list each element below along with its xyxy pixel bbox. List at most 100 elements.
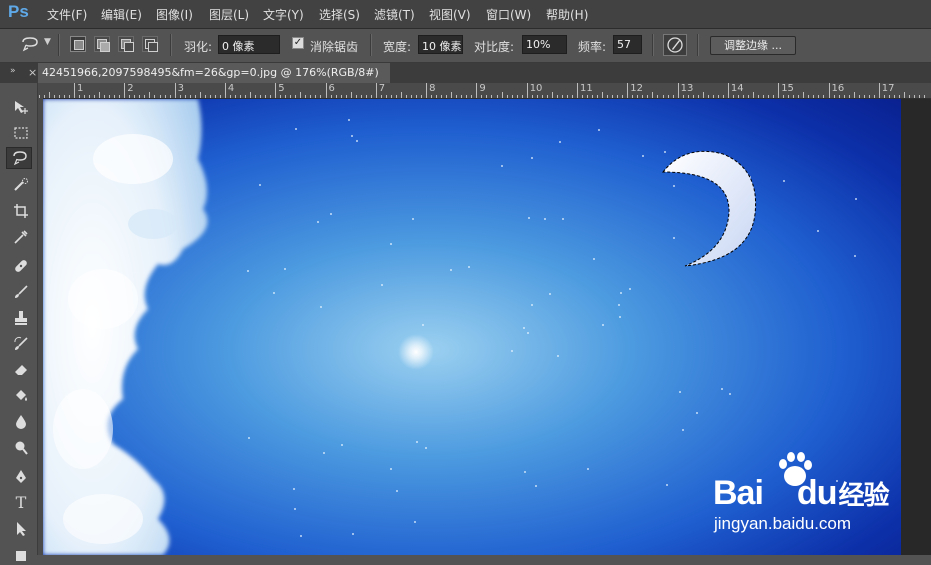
menu-help[interactable]: 帮助(H)	[546, 6, 588, 23]
width-input[interactable]: 10 像素	[418, 35, 463, 54]
ruler-major-tick	[74, 83, 75, 98]
ruler-minor-tick	[109, 95, 111, 98]
pen-tool[interactable]	[8, 466, 34, 488]
shape-tool[interactable]	[8, 543, 34, 565]
crop-tool[interactable]	[8, 200, 34, 222]
stamp-tool[interactable]	[8, 307, 34, 329]
ruler-minor-tick	[139, 95, 141, 98]
eyedropper-tool[interactable]	[8, 226, 34, 248]
antialias-label: 消除锯齿	[310, 40, 359, 54]
ruler-minor-tick	[717, 95, 719, 98]
ruler-minor-tick	[566, 95, 568, 98]
move-tool[interactable]	[8, 96, 34, 118]
ruler-minor-tick	[843, 95, 845, 98]
menu-type[interactable]: 文字(Y)	[263, 6, 304, 23]
ruler-minor-tick	[883, 95, 885, 98]
ruler-minor-tick	[647, 95, 649, 98]
ruler-minor-tick	[501, 92, 503, 98]
ruler-minor-tick	[164, 95, 166, 98]
ruler-minor-tick	[848, 95, 850, 98]
menu-view[interactable]: 视图(V)	[429, 6, 471, 23]
blur-tool[interactable]	[8, 411, 34, 433]
ruler-minor-tick	[863, 95, 865, 98]
menu-image[interactable]: 图像(I)	[156, 6, 193, 23]
ruler-minor-tick	[481, 95, 483, 98]
marquee-tool[interactable]	[8, 122, 34, 144]
add-to-selection-button[interactable]	[94, 36, 110, 52]
ruler-minor-tick	[345, 95, 347, 98]
ruler-minor-tick	[924, 95, 926, 98]
ruler-major-tick	[878, 83, 880, 98]
ruler-minor-tick	[179, 95, 181, 98]
brush-icon	[15, 285, 28, 298]
frequency-input[interactable]: 57	[613, 35, 642, 54]
ruler-major-tick	[677, 83, 679, 98]
ruler-minor-tick	[536, 95, 538, 98]
star	[620, 291, 623, 294]
ruler-minor-tick	[350, 92, 352, 98]
lasso-tool[interactable]	[6, 147, 32, 169]
ruler-minor-tick	[737, 95, 739, 98]
contrast-label: 对比度:	[474, 40, 515, 54]
subtract-from-selection-button[interactable]	[118, 36, 134, 52]
refine-edge-button[interactable]: 调整边缘 ...	[710, 36, 796, 55]
drop-icon	[16, 415, 26, 429]
document-canvas[interactable]: Bai du经验 jingyan.baidu.com	[43, 99, 901, 555]
menu-filter[interactable]: 滤镜(T)	[374, 6, 415, 23]
ruler-label: 14	[730, 83, 744, 94]
menu-window[interactable]: 窗口(W)	[486, 6, 531, 23]
frequency-label: 频率:	[578, 40, 607, 54]
intersect-selection-button[interactable]	[142, 36, 158, 52]
ruler-label: 4	[227, 83, 235, 94]
brush-tool[interactable]	[8, 281, 34, 303]
ruler-minor-tick	[255, 95, 257, 98]
crop-icon	[14, 204, 28, 218]
ruler-minor-tick	[692, 95, 694, 98]
chevron-down-icon[interactable]: ▼	[44, 37, 51, 47]
pen-pressure-button[interactable]	[663, 34, 687, 56]
ruler-minor-tick	[662, 95, 664, 98]
quick-select-icon	[14, 178, 28, 191]
ruler-minor-tick	[914, 95, 915, 98]
ruler-major-tick	[727, 83, 729, 98]
eraser-tool[interactable]	[8, 359, 34, 381]
ruler-label: 10	[529, 83, 543, 94]
history-brush-tool[interactable]	[8, 333, 34, 355]
watermark-brand: Bai du经验	[713, 474, 889, 513]
ruler-minor-tick	[355, 95, 357, 98]
close-icon[interactable]: ×	[28, 66, 37, 79]
ruler-minor-tick	[531, 95, 533, 98]
ruler-minor-tick	[58, 95, 60, 98]
rect-marquee-icon	[14, 127, 28, 139]
menu-edit[interactable]: 编辑(E)	[101, 6, 142, 23]
collapse-panel-icon[interactable]: »	[10, 66, 15, 76]
watermark-brand-cn: 经验	[838, 480, 889, 510]
healing-tool[interactable]	[8, 255, 34, 277]
dodge-tool[interactable]	[8, 437, 34, 459]
path-selection-tool[interactable]	[8, 518, 34, 540]
ruler-minor-tick	[134, 95, 136, 98]
new-selection-button[interactable]	[70, 36, 86, 52]
star	[355, 140, 358, 143]
feather-input[interactable]: 0 像素	[218, 35, 280, 54]
ruler-minor-tick	[642, 95, 644, 98]
ruler-minor-tick	[602, 92, 604, 98]
ruler-minor-tick	[245, 95, 247, 98]
ruler-minor-tick	[823, 95, 825, 98]
ruler-minor-tick	[53, 95, 55, 98]
ruler-minor-tick	[330, 95, 332, 98]
type-tool[interactable]: T	[8, 492, 34, 514]
ruler-minor-tick	[295, 95, 297, 98]
quick-selection-tool[interactable]	[8, 174, 34, 196]
paint-bucket-tool[interactable]	[8, 385, 34, 407]
menu-layer[interactable]: 图层(L)	[209, 6, 249, 23]
tool-preset-picker[interactable]	[20, 36, 40, 54]
menu-file[interactable]: 文件(F)	[47, 6, 87, 23]
document-tab[interactable]: 42451966,2097598495&fm=26&gp=0.jpg @ 176…	[38, 63, 390, 83]
antialias-checkbox[interactable]: ✓	[292, 37, 304, 49]
ruler-minor-tick	[491, 95, 493, 98]
menu-select[interactable]: 选择(S)	[319, 6, 360, 23]
ruler-label: 17	[881, 83, 895, 94]
ruler-minor-tick	[742, 95, 744, 98]
contrast-input[interactable]: 10%	[522, 35, 567, 54]
